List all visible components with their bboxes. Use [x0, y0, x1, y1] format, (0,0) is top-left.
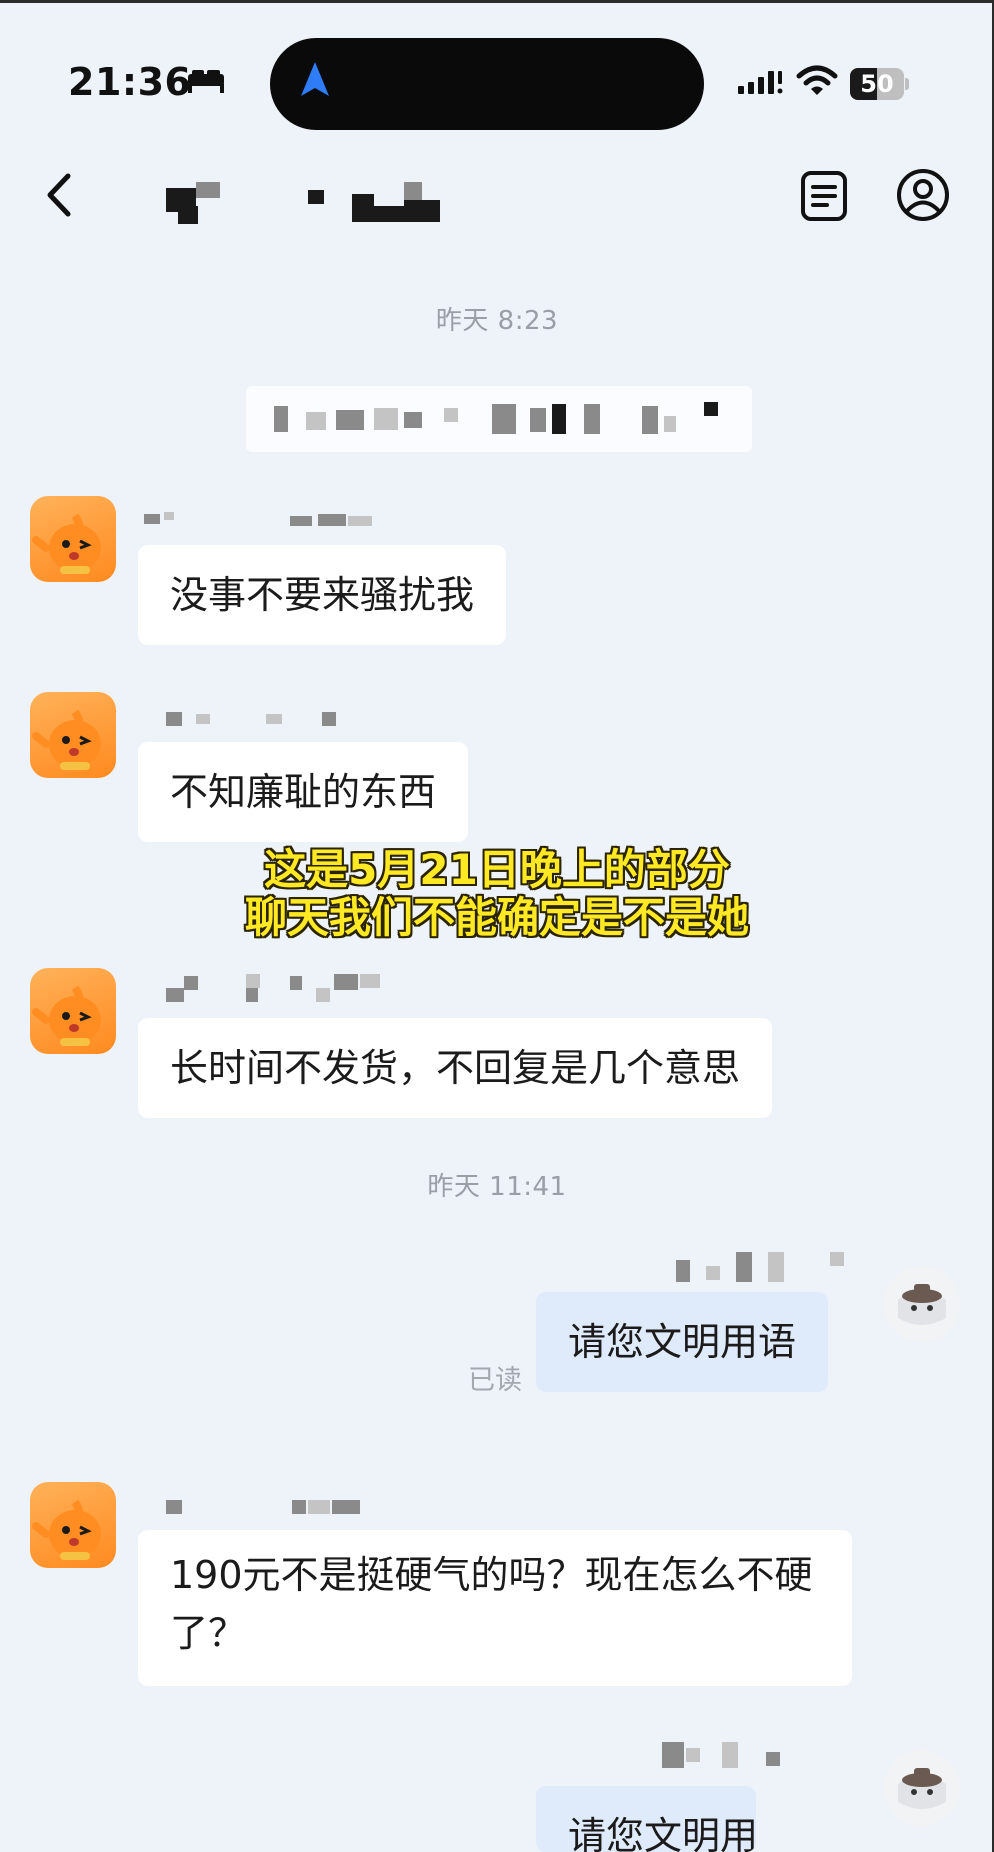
timestamp: 昨天 8:23 [435, 306, 559, 336]
timestamp: 昨天 11:41 [427, 1172, 567, 1202]
orange-mascot-icon [32, 513, 101, 574]
battery-indicator: 50 [850, 68, 909, 100]
contact-avatar[interactable] [30, 692, 116, 778]
contact-avatar[interactable] [30, 1482, 116, 1568]
read-receipt: 已读 [468, 1365, 522, 1396]
user-avatar[interactable] [884, 1750, 960, 1826]
contact-avatar[interactable] [30, 496, 116, 582]
incoming-message[interactable]: 没事不要来骚扰我 [138, 545, 507, 645]
sender-name-redacted [662, 1742, 792, 1770]
orange-mascot-icon [32, 1499, 101, 1560]
outgoing-message[interactable]: 请您文明用 [536, 1786, 756, 1852]
outgoing-message[interactable]: 请您文明用语 [536, 1292, 829, 1392]
sender-name-redacted [144, 512, 384, 530]
user-avatar[interactable] [884, 1266, 960, 1342]
incoming-message[interactable]: 不知廉耻的东西 [138, 742, 469, 842]
cartoon-avatar-icon [884, 1266, 960, 1342]
battery-percent: 50 [860, 70, 894, 98]
top-frame-line [0, 0, 994, 3]
sender-name-redacted [166, 974, 386, 1004]
chevron-left-icon[interactable] [44, 170, 74, 220]
sender-name-redacted [166, 1498, 376, 1516]
contact-avatar[interactable] [30, 968, 116, 1054]
dynamic-island [270, 38, 704, 130]
system-notice-redacted [246, 386, 752, 452]
contact-name-redacted [166, 182, 456, 226]
document-list-icon[interactable] [800, 170, 848, 222]
orange-mascot-icon [32, 985, 101, 1046]
wifi-icon [796, 65, 838, 95]
cartoon-avatar-icon [884, 1750, 960, 1826]
caption-line-1: 这是5月21日晚上的部分 [264, 845, 730, 894]
incoming-message[interactable]: 190元不是挺硬气的吗？现在怎么不硬了？ [138, 1530, 852, 1686]
status-time: 21:36 [68, 60, 192, 104]
sender-name-redacted [166, 710, 346, 730]
incoming-message[interactable]: 长时间不发货，不回复是几个意思 [138, 1018, 773, 1118]
sender-name-redacted [676, 1252, 846, 1282]
location-arrow-icon [301, 62, 329, 96]
person-circle-icon[interactable] [896, 168, 950, 222]
bed-icon [188, 70, 224, 93]
cellular-signal-icon [738, 71, 783, 94]
caption-line-2: 聊天我们不能确定是不是她 [244, 893, 749, 942]
orange-mascot-icon [32, 709, 101, 770]
